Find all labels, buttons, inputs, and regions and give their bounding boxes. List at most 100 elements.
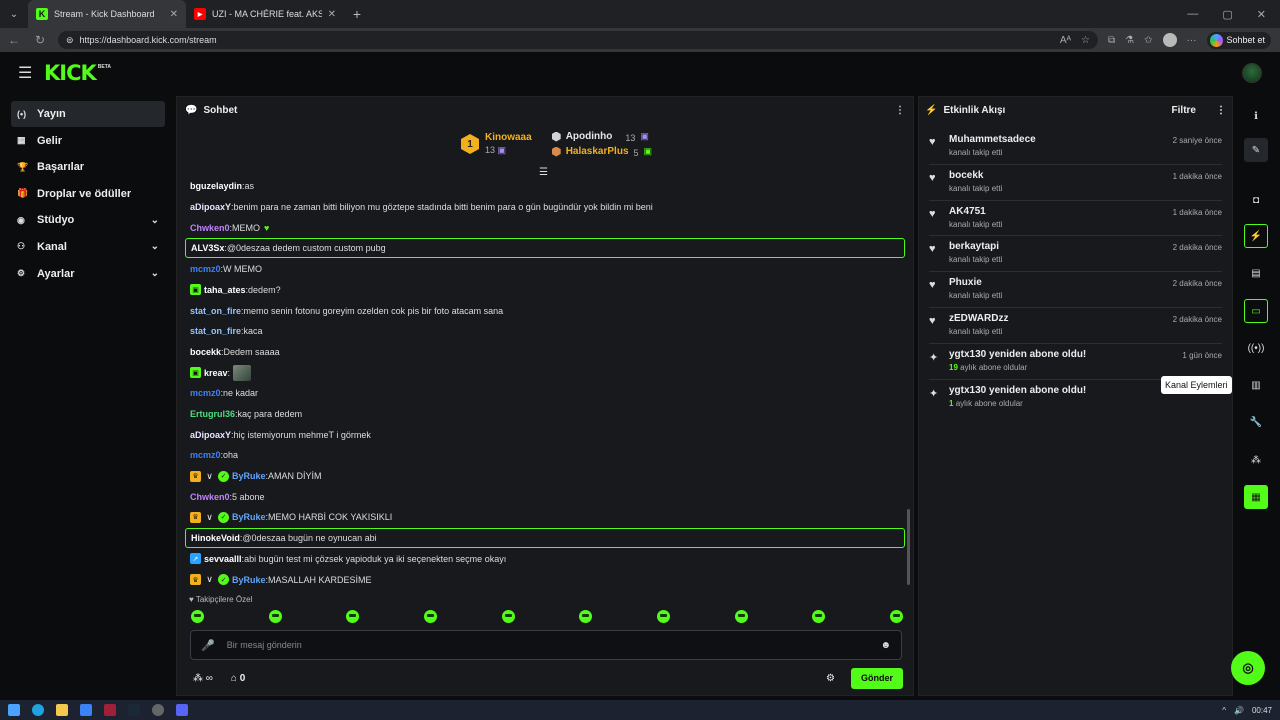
chat-scrollbar[interactable] [907, 509, 910, 585]
favorite-star-icon[interactable]: ☆ [1081, 35, 1090, 46]
browser-tab-kick[interactable]: K Stream - Kick Dashboard ✕ [28, 0, 186, 28]
reload-icon[interactable]: ↻ [32, 33, 48, 47]
send-button[interactable]: Gönder [850, 667, 903, 689]
file-explorer-icon[interactable] [56, 704, 68, 716]
chat-username[interactable]: kreav [204, 368, 228, 378]
chat-username[interactable]: bguzelaydin [190, 181, 242, 191]
chat-username[interactable]: stat_on_fire [190, 326, 241, 336]
sidebar-item[interactable]: ▦ Gelir [11, 128, 165, 154]
emote-icon[interactable] [191, 610, 204, 623]
steam-icon[interactable] [128, 704, 140, 716]
chat-username[interactable]: Chwken0 [190, 223, 230, 233]
broadcast-icon[interactable]: ((•)) [1244, 336, 1268, 360]
chat-username[interactable]: aDipoaxY [190, 430, 231, 440]
chevron-down-icon[interactable]: ⌄ [151, 215, 159, 226]
kick-logo[interactable]: KICK BETA [44, 61, 111, 85]
chat-username[interactable]: ByRuke [232, 471, 266, 481]
new-tab-button[interactable]: + [344, 6, 370, 22]
emote-icon[interactable] [423, 610, 437, 623]
emote-icon[interactable] [812, 610, 826, 623]
share-icon[interactable]: ⁂ [1244, 448, 1268, 472]
emote-icon[interactable] [656, 610, 670, 623]
microphone-icon[interactable]: 🎤 [201, 639, 215, 652]
sidebar-item[interactable]: ⚇ Kanal ⌄ [11, 234, 165, 260]
sidebar-item[interactable]: 🎁 Droplar ve ödüller [11, 181, 165, 207]
clapperboard-icon[interactable]: ▦ [1244, 485, 1268, 509]
edit-pencil-icon[interactable]: ✎ [1244, 138, 1268, 162]
extensions-icon[interactable]: ⧉ [1108, 35, 1115, 46]
maximize-icon[interactable]: ▢ [1222, 8, 1232, 21]
activity-item[interactable]: ♥ Phuxie kanalı takip etti 2 dakika önce [929, 272, 1222, 308]
chat-username[interactable]: ByRuke [232, 575, 266, 585]
gifter-first[interactable]: 1 Kinowaaa 13 ▣ [461, 129, 532, 159]
chat-username[interactable]: ByRuke [232, 512, 266, 522]
sidebar-item[interactable]: 🏆 Başarılar [11, 154, 165, 180]
wrench-icon[interactable]: 🔧 [1244, 410, 1268, 434]
chat-username[interactable]: stat_on_fire [190, 306, 241, 316]
emote-icon[interactable] [579, 610, 593, 623]
chat-username[interactable]: mcmz0 [190, 388, 221, 398]
chat-username[interactable]: mcmz0 [190, 264, 221, 274]
chat-username[interactable]: taha_ates [204, 285, 246, 295]
emote-icon[interactable] [734, 610, 748, 623]
windows-start-icon[interactable] [8, 704, 20, 716]
read-aloud-icon[interactable]: Aᴬ [1060, 35, 1071, 46]
chat-username[interactable]: HinokeVoid [191, 533, 240, 543]
close-tab-icon[interactable]: ✕ [328, 9, 336, 20]
points-counter[interactable]: ⌂ 0 [231, 673, 245, 684]
chat-more-icon[interactable]: ⋮ [895, 105, 905, 116]
gifter-second[interactable]: Apodinho 13 ▣ [551, 129, 652, 144]
hamburger-menu-icon[interactable]: ☰ [18, 63, 42, 83]
emote-icon[interactable] [268, 610, 282, 623]
activity-lightning-icon[interactable]: ⚡ [1244, 224, 1268, 248]
viewers-infinity[interactable]: ⁂ ∞ [193, 673, 213, 684]
activity-item[interactable]: ♥ zEDWARDzz kanalı takip etti 2 dakika ö… [929, 308, 1222, 344]
chat-username[interactable]: aDipoaxY [190, 202, 231, 212]
emote-icon[interactable] [501, 610, 515, 623]
chevron-down-icon[interactable]: ⌄ [151, 241, 159, 252]
edge-icon[interactable] [32, 704, 44, 716]
activity-item[interactable]: ✦ ygtx130 yeniden abone oldu! 19 aylık a… [929, 344, 1222, 380]
chat-username[interactable]: ALV3Sx [191, 243, 224, 253]
sidebar-item[interactable]: ⚙ Ayarlar ⌄ [11, 261, 165, 287]
activity-item[interactable]: ♥ bocekk kanalı takip etti 1 dakika önce [929, 165, 1222, 201]
minimize-icon[interactable]: — [1187, 8, 1198, 21]
back-icon[interactable]: ← [6, 33, 22, 47]
gifter-third[interactable]: HalaskarPlus 5 ▣ [551, 144, 652, 159]
chat-username[interactable]: Ertugrul36 [190, 409, 235, 419]
chevron-down-icon[interactable]: ⌄ [151, 268, 159, 279]
info-icon[interactable]: ℹ [1244, 104, 1268, 128]
activity-more-icon[interactable]: ⋮ [1216, 105, 1226, 116]
favorites-icon[interactable]: ✩ [1144, 35, 1152, 46]
chat-username[interactable]: Chwken0 [190, 492, 230, 502]
notes-icon[interactable]: ▤ [1244, 261, 1268, 285]
sidebar-item[interactable]: ◉ Stüdyo ⌄ [11, 207, 165, 233]
chat-settings-icon[interactable]: ⚙ [826, 673, 835, 684]
url-field[interactable]: ⊜ https://dashboard.kick.com/stream Aᴬ ☆ [58, 31, 1098, 49]
emoji-picker-icon[interactable]: ☻ [880, 640, 891, 651]
tab-list-chevron-icon[interactable]: ⌄ [0, 0, 28, 28]
sidebar-item[interactable]: (•) Yayın [11, 101, 165, 127]
split-screen-icon[interactable]: ⚗ [1125, 35, 1134, 46]
close-tab-icon[interactable]: ✕ [170, 9, 178, 20]
activity-item[interactable]: ♥ AK4751 kanalı takip etti 1 dakika önce [929, 201, 1222, 237]
channel-actions-icon[interactable]: ▥ [1244, 373, 1268, 397]
app-icon[interactable] [104, 704, 116, 716]
volume-icon[interactable]: 🔊 [1234, 706, 1244, 715]
tray-chevron-icon[interactable]: ^ [1222, 706, 1226, 715]
chat-username[interactable]: sevvaalll [204, 554, 242, 564]
camera-icon[interactable]: ◘ [1244, 188, 1268, 212]
copilot-button[interactable]: Sohbet et [1206, 31, 1272, 49]
store-icon[interactable] [80, 704, 92, 716]
site-info-icon[interactable]: ⊜ [66, 35, 74, 46]
profile-avatar[interactable] [1162, 33, 1177, 47]
clock[interactable]: 00:47 [1252, 706, 1272, 715]
chat-toggle-icon[interactable]: ▭ [1244, 299, 1268, 323]
filter-button[interactable]: Filtre [1172, 105, 1196, 116]
discord-icon[interactable] [176, 704, 188, 716]
more-menu-icon[interactable]: ··· [1187, 35, 1197, 46]
app-icon[interactable] [152, 704, 164, 716]
chat-input[interactable]: 🎤 Bir mesaj gönderin ☻ [190, 630, 902, 660]
emote-icon[interactable] [889, 610, 903, 623]
close-window-icon[interactable]: ✕ [1257, 8, 1266, 21]
